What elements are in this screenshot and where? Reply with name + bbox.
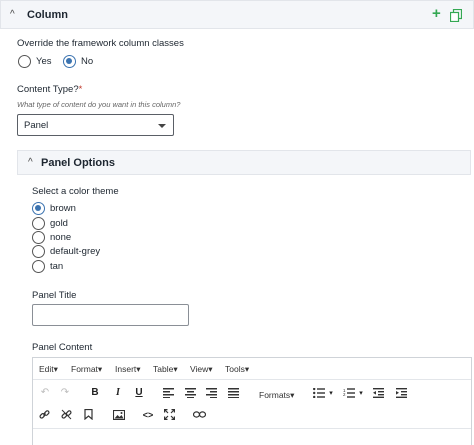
add-icon[interactable]: + — [432, 6, 441, 21]
override-yes-radio[interactable] — [18, 55, 31, 68]
redo-icon[interactable]: ↷ — [59, 387, 71, 399]
menu-insert[interactable]: Insert▾ — [115, 364, 141, 374]
numbered-list-icon[interactable]: 1 2 — [343, 388, 355, 398]
theme-tan-label[interactable]: tan — [50, 261, 63, 273]
panel-content-label: Panel Content — [32, 342, 93, 353]
theme-none-radio[interactable] — [32, 231, 45, 244]
menu-tools[interactable]: Tools▾ — [225, 364, 249, 374]
menu-view-label: View — [190, 364, 209, 374]
chevron-down-icon — [158, 124, 166, 128]
menu-table-label: Table — [153, 364, 174, 374]
svg-text:2: 2 — [343, 392, 346, 397]
content-type-label-text: Content Type? — [17, 84, 79, 95]
column-header[interactable]: ^ Column + — [0, 0, 474, 29]
content-type-select[interactable]: Panel — [17, 114, 174, 136]
italic-icon[interactable]: I — [112, 387, 124, 399]
override-label: Override the framework column classes — [17, 38, 184, 49]
undo-icon[interactable]: ↶ — [39, 387, 51, 399]
align-justify-icon[interactable] — [228, 388, 239, 398]
editor-menubar: Edit▾ Format▾ Insert▾ Table▾ View▾ Tools… — [33, 358, 471, 380]
editor-content-area[interactable] — [33, 428, 471, 445]
rich-text-editor[interactable]: Edit▾ Format▾ Insert▾ Table▾ View▾ Tools… — [32, 357, 472, 445]
formats-dropdown[interactable]: Formats▾ — [259, 390, 294, 400]
panel-title-input[interactable] — [32, 304, 189, 326]
formats-label: Formats — [259, 390, 291, 400]
bold-icon[interactable]: B — [89, 387, 101, 399]
content-type-label: Content Type?* — [17, 84, 82, 96]
theme-default-grey-label[interactable]: default-grey — [50, 246, 100, 258]
outdent-icon[interactable] — [373, 388, 384, 398]
theme-tan-radio[interactable] — [32, 260, 45, 273]
override-no-radio[interactable] — [63, 55, 76, 68]
panel-options-header[interactable]: ^ Panel Options — [17, 150, 471, 175]
menu-tools-label: Tools — [225, 364, 245, 374]
override-no-label[interactable]: No — [81, 56, 93, 68]
code-icon[interactable]: <> — [141, 409, 155, 421]
theme-none-label[interactable]: none — [50, 232, 71, 244]
unlink-icon[interactable] — [61, 409, 72, 420]
required-mark: * — [78, 84, 83, 95]
theme-brown-radio[interactable] — [32, 202, 45, 215]
menu-insert-label: Insert — [115, 364, 137, 374]
collapse-caret-icon[interactable]: ^ — [10, 9, 15, 21]
menu-edit-label: Edit — [39, 364, 54, 374]
menu-view[interactable]: View▾ — [190, 364, 213, 374]
embed-infinity-icon[interactable] — [193, 411, 206, 418]
menu-format[interactable]: Format▾ — [71, 364, 102, 374]
theme-gold-label[interactable]: gold — [50, 218, 68, 230]
numbered-list-chevron-icon[interactable]: ▾ — [357, 388, 365, 400]
bullet-list-icon[interactable] — [313, 388, 325, 398]
panel-title-label: Panel Title — [32, 290, 77, 301]
align-right-icon[interactable] — [206, 388, 217, 398]
theme-label: Select a color theme — [32, 186, 119, 197]
image-icon[interactable] — [113, 410, 125, 420]
link-icon[interactable] — [39, 409, 50, 420]
panel-options-title: Panel Options — [41, 157, 115, 169]
theme-gold-radio[interactable] — [32, 217, 45, 230]
duplicate-icon[interactable] — [450, 9, 462, 22]
fullscreen-icon[interactable] — [164, 409, 175, 420]
underline-icon[interactable]: U — [133, 387, 145, 399]
content-type-help: What type of content do you want in this… — [17, 100, 181, 109]
indent-icon[interactable] — [396, 388, 407, 398]
align-center-icon[interactable] — [185, 388, 196, 398]
menu-format-label: Format — [71, 364, 98, 374]
align-left-icon[interactable] — [163, 388, 174, 398]
content-type-value: Panel — [24, 120, 49, 131]
column-title: Column — [27, 9, 68, 21]
menu-edit[interactable]: Edit▾ — [39, 364, 58, 374]
theme-default-grey-radio[interactable] — [32, 245, 45, 258]
collapse-caret-icon[interactable]: ^ — [28, 157, 33, 169]
override-yes-label[interactable]: Yes — [36, 56, 52, 68]
theme-brown-label[interactable]: brown — [50, 203, 76, 215]
bookmark-icon[interactable] — [84, 409, 93, 420]
bullet-list-chevron-icon[interactable]: ▾ — [327, 388, 335, 400]
menu-table[interactable]: Table▾ — [153, 364, 178, 374]
